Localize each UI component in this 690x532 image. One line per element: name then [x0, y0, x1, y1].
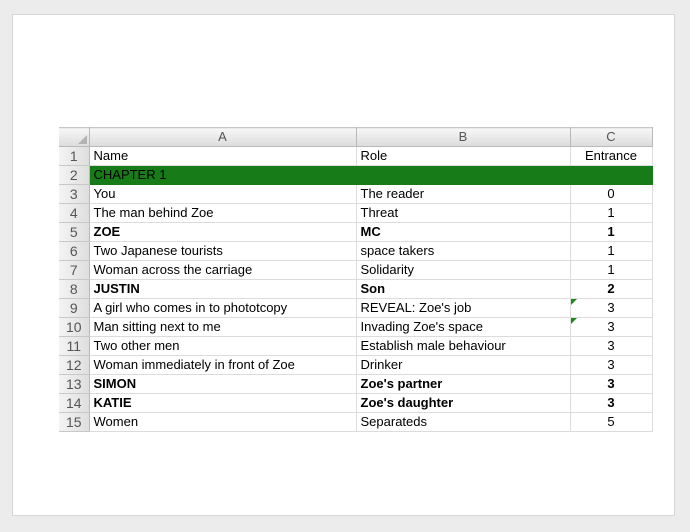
cell-role[interactable] — [356, 165, 571, 185]
cell-role[interactable]: Separateds — [356, 412, 571, 432]
row-header[interactable]: 5 — [59, 222, 90, 242]
cell-name[interactable]: Woman immediately in front of Zoe — [89, 355, 357, 375]
select-all-corner[interactable] — [59, 127, 90, 147]
cell-name[interactable]: CHAPTER 1 — [89, 165, 357, 185]
cell-entrance[interactable]: Entrance — [570, 146, 653, 166]
cell-name[interactable]: Two Japanese tourists — [89, 241, 357, 261]
row-header[interactable]: 6 — [59, 241, 90, 261]
cell-entrance[interactable]: 5 — [570, 412, 653, 432]
cell-name[interactable]: SIMON — [89, 374, 357, 394]
cell-entrance[interactable]: 3 — [570, 298, 653, 318]
table-row: 1 Name Role Entrance — [59, 146, 653, 166]
row-header[interactable]: 4 — [59, 203, 90, 223]
table-row: 11 Two other men Establish male behaviour 3 — [59, 336, 653, 356]
cell-role[interactable]: space takers — [356, 241, 571, 261]
cell-entrance[interactable]: 1 — [570, 222, 653, 242]
cell-role[interactable]: Invading Zoe's space — [356, 317, 571, 337]
row-header[interactable]: 14 — [59, 393, 90, 413]
cell-name[interactable]: ZOE — [89, 222, 357, 242]
cell-role[interactable]: Solidarity — [356, 260, 571, 280]
cell-role[interactable]: Threat — [356, 203, 571, 223]
row-header[interactable]: 11 — [59, 336, 90, 356]
cell-role[interactable]: Zoe's partner — [356, 374, 571, 394]
row-header[interactable]: 12 — [59, 355, 90, 375]
cell-name[interactable]: Name — [89, 146, 357, 166]
table-row: 12 Woman immediately in front of Zoe Drink… — [59, 355, 653, 375]
table-row: 9A girl who comes in to phototcopy REVEAL… — [59, 298, 653, 318]
cell-entrance[interactable] — [570, 165, 653, 185]
row-header[interactable]: 15 — [59, 412, 90, 432]
cell-name[interactable]: Woman across the carriage — [89, 260, 357, 280]
cell-entrance[interactable]: 3 — [570, 317, 653, 337]
table-row: 4 The man behind Zoe Threat 1 — [59, 203, 653, 223]
cell-name[interactable]: You — [89, 184, 357, 204]
row-header[interactable]: 2 — [59, 165, 90, 185]
row-header[interactable]: 8 — [59, 279, 90, 299]
cell-entrance[interactable]: 3 — [570, 393, 653, 413]
column-header-b[interactable]: B — [356, 127, 571, 147]
cell-entrance[interactable]: 3 — [570, 336, 653, 356]
cell-role[interactable]: Son — [356, 279, 571, 299]
page-sheet: A B C 1 Name Role Entrance 2 CHAPTER 1 3 You The… — [12, 14, 675, 516]
cell-entrance[interactable]: 1 — [570, 203, 653, 223]
cell-entrance[interactable]: 3 — [570, 355, 653, 375]
cell-role[interactable]: Zoe's daughter — [356, 393, 571, 413]
cell-role[interactable]: Drinker — [356, 355, 571, 375]
cell-role[interactable]: REVEAL: Zoe's job — [356, 298, 571, 318]
row-header[interactable]: 13 — [59, 374, 90, 394]
row-header[interactable]: 10 — [59, 317, 90, 337]
table-row: 2 CHAPTER 1 — [59, 165, 653, 185]
cell-name[interactable]: Two other men — [89, 336, 357, 356]
cell-role[interactable]: Establish male behaviour — [356, 336, 571, 356]
cell-name[interactable]: The man behind Zoe — [89, 203, 357, 223]
cell-entrance[interactable]: 3 — [570, 374, 653, 394]
table-row: 14 KATIE Zoe's daughter 3 — [59, 393, 653, 413]
cell-entrance[interactable]: 1 — [570, 241, 653, 261]
cell-name[interactable]: JUSTIN — [89, 279, 357, 299]
cell-role[interactable]: Role — [356, 146, 571, 166]
cell-name[interactable]: A girl who comes in to phototcopy — [89, 298, 357, 318]
row-header[interactable]: 3 — [59, 184, 90, 204]
row-header[interactable]: 1 — [59, 146, 90, 166]
cell-role[interactable]: MC — [356, 222, 571, 242]
cell-entrance[interactable]: 0 — [570, 184, 653, 204]
grid-body: 1 Name Role Entrance 2 CHAPTER 1 3 You The reade… — [59, 146, 653, 432]
cell-role[interactable]: The reader — [356, 184, 571, 204]
row-header[interactable]: 9 — [59, 298, 90, 318]
cell-entrance[interactable]: 1 — [570, 260, 653, 280]
spreadsheet-grid: A B C 1 Name Role Entrance 2 CHAPTER 1 3 You The… — [59, 127, 653, 432]
table-row: 10 Man sitting next to me Invading Zoe's s… — [59, 317, 653, 337]
cell-name[interactable]: KATIE — [89, 393, 357, 413]
table-row: 8 JUSTIN Son 2 — [59, 279, 653, 299]
table-row: 15 Women Separateds 5 — [59, 412, 653, 432]
select-all-icon — [77, 135, 87, 144]
row-header[interactable]: 7 — [59, 260, 90, 280]
table-row: 5 ZOE MC 1 — [59, 222, 653, 242]
table-row: 7 Woman across the carriage Solidarity 1 — [59, 260, 653, 280]
column-header-a[interactable]: A — [89, 127, 357, 147]
table-row: 13 SIMON Zoe's partner 3 — [59, 374, 653, 394]
table-row: 3 You The reader 0 — [59, 184, 653, 204]
table-row: 6 Two Japanese tourists space takers 1 — [59, 241, 653, 261]
column-header-c[interactable]: C — [570, 127, 653, 147]
cell-name[interactable]: Women — [89, 412, 357, 432]
cell-entrance[interactable]: 2 — [570, 279, 653, 299]
cell-name[interactable]: Man sitting next to me — [89, 317, 357, 337]
